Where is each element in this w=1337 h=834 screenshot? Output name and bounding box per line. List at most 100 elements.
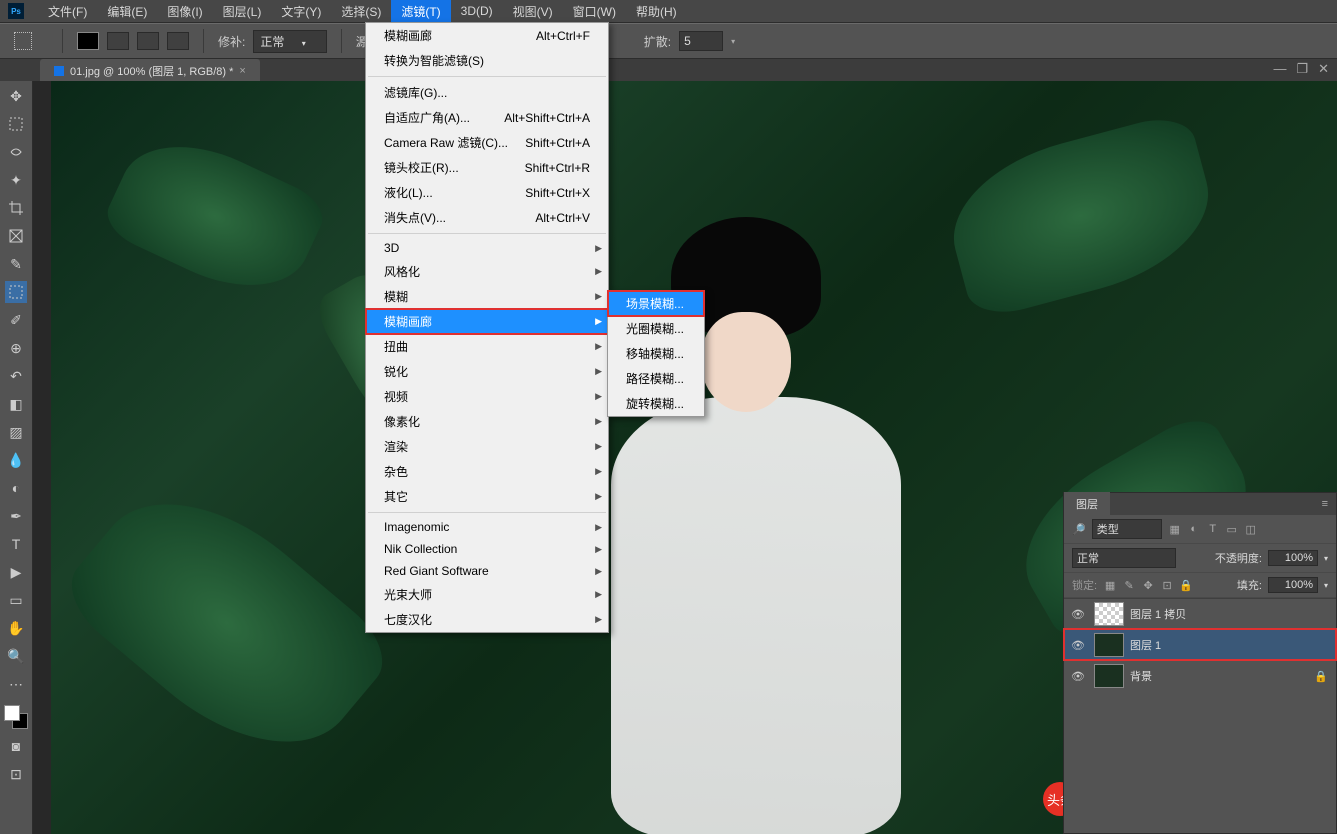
mode-icon-3[interactable] bbox=[137, 32, 159, 50]
filter-smart-icon[interactable]: ◫ bbox=[1244, 523, 1258, 536]
kind-filter-select[interactable]: 类型 bbox=[1092, 519, 1162, 539]
menu-image[interactable]: 图像(I) bbox=[157, 0, 212, 23]
filter-adjust-icon[interactable]: ◐ bbox=[1187, 523, 1201, 536]
menu-3d[interactable]: 3D(D) bbox=[451, 1, 503, 21]
frame-tool-icon[interactable] bbox=[5, 225, 27, 247]
panel-menu-icon[interactable]: ≡ bbox=[1314, 498, 1336, 510]
eyedropper-tool-icon[interactable]: ✎ bbox=[5, 253, 27, 275]
fill-field[interactable]: 100% bbox=[1268, 577, 1318, 593]
path-select-tool-icon[interactable]: ▶ bbox=[5, 561, 27, 583]
patch-tool-icon[interactable] bbox=[5, 281, 27, 303]
layer-thumbnail[interactable] bbox=[1094, 664, 1124, 688]
submenu-item-场景模糊[interactable]: 场景模糊... bbox=[608, 291, 704, 316]
edit-toolbar-icon[interactable]: ⋯ bbox=[5, 673, 27, 695]
menu-item-滤镜库G[interactable]: 滤镜库(G)... bbox=[366, 80, 608, 105]
menu-item-液化L[interactable]: 液化(L)...Shift+Ctrl+X bbox=[366, 180, 608, 205]
filter-shape-icon[interactable]: ▭ bbox=[1225, 523, 1239, 536]
lock-nest-icon[interactable]: ⊡ bbox=[1160, 579, 1174, 592]
visibility-icon[interactable]: 👁 bbox=[1068, 608, 1088, 621]
menu-item-视频[interactable]: 视频▶ bbox=[366, 384, 608, 409]
type-tool-icon[interactable]: T bbox=[5, 533, 27, 555]
lock-pos-icon[interactable]: ✥ bbox=[1141, 579, 1155, 592]
menu-item-自适应广角A[interactable]: 自适应广角(A)...Alt+Shift+Ctrl+A bbox=[366, 105, 608, 130]
menu-window[interactable]: 窗口(W) bbox=[563, 0, 626, 23]
zoom-tool-icon[interactable]: 🔍 bbox=[5, 645, 27, 667]
menu-item-像素化[interactable]: 像素化▶ bbox=[366, 409, 608, 434]
eraser-tool-icon[interactable]: ◧ bbox=[5, 393, 27, 415]
submenu-item-移轴模糊[interactable]: 移轴模糊... bbox=[608, 341, 704, 366]
menu-item-镜头校正R[interactable]: 镜头校正(R)...Shift+Ctrl+R bbox=[366, 155, 608, 180]
menu-item-杂色[interactable]: 杂色▶ bbox=[366, 459, 608, 484]
mode-icon-4[interactable] bbox=[167, 32, 189, 50]
menu-item-模糊画廊[interactable]: 模糊画廊▶ bbox=[366, 309, 608, 334]
menu-item-其它[interactable]: 其它▶ bbox=[366, 484, 608, 509]
diffuse-field[interactable]: 5 bbox=[679, 31, 723, 51]
menu-layer[interactable]: 图层(L) bbox=[213, 0, 272, 23]
submenu-item-旋转模糊[interactable]: 旋转模糊... bbox=[608, 391, 704, 416]
filter-pixel-icon[interactable]: ▦ bbox=[1168, 523, 1182, 536]
search-icon[interactable]: 🔎 bbox=[1072, 523, 1086, 536]
lasso-tool-icon[interactable] bbox=[5, 141, 27, 163]
doc-close-button[interactable]: ✕ bbox=[1318, 61, 1329, 77]
layer-name[interactable]: 图层 1 拷贝 bbox=[1130, 606, 1186, 622]
menu-item-模糊画廊[interactable]: 模糊画廊Alt+Ctrl+F bbox=[366, 23, 608, 48]
menu-type[interactable]: 文字(Y) bbox=[271, 0, 331, 23]
crop-tool-icon[interactable] bbox=[5, 197, 27, 219]
quick-mask-icon[interactable]: ◙ bbox=[5, 735, 27, 757]
shape-tool-icon[interactable]: ▭ bbox=[5, 589, 27, 611]
pen-tool-icon[interactable]: ✒ bbox=[5, 505, 27, 527]
menu-edit[interactable]: 编辑(E) bbox=[97, 0, 157, 23]
menu-item-CameraRaw滤镜C[interactable]: Camera Raw 滤镜(C)...Shift+Ctrl+A bbox=[366, 130, 608, 155]
lock-all-icon[interactable]: 🔒 bbox=[1179, 579, 1193, 592]
lock-icons[interactable]: ▦ ✎ ✥ ⊡ 🔒 bbox=[1103, 579, 1193, 592]
doc-maximize-button[interactable]: ❐ bbox=[1296, 61, 1308, 77]
visibility-icon[interactable]: 👁 bbox=[1068, 670, 1088, 683]
layer-row[interactable]: 👁背景🔒 bbox=[1064, 660, 1336, 691]
filter-type-icon[interactable]: T bbox=[1206, 523, 1220, 536]
opacity-field[interactable]: 100% bbox=[1268, 550, 1318, 566]
menu-item-扭曲[interactable]: 扭曲▶ bbox=[366, 334, 608, 359]
menu-filter[interactable]: 滤镜(T) bbox=[391, 0, 450, 23]
layer-name[interactable]: 图层 1 bbox=[1130, 637, 1161, 653]
menu-item-光束大师[interactable]: 光束大师▶ bbox=[366, 582, 608, 607]
mode-select[interactable]: 正常 ▾ bbox=[253, 30, 326, 53]
layers-tab[interactable]: 图层 bbox=[1064, 492, 1110, 516]
menu-view[interactable]: 视图(V) bbox=[503, 0, 563, 23]
menu-item-风格化[interactable]: 风格化▶ bbox=[366, 259, 608, 284]
tab-close-icon[interactable]: × bbox=[239, 65, 245, 77]
submenu-item-路径模糊[interactable]: 路径模糊... bbox=[608, 366, 704, 391]
menu-item-锐化[interactable]: 锐化▶ bbox=[366, 359, 608, 384]
hand-tool-icon[interactable]: ✋ bbox=[5, 617, 27, 639]
layer-name[interactable]: 背景 bbox=[1130, 668, 1152, 684]
lock-trans-icon[interactable]: ▦ bbox=[1103, 579, 1117, 592]
layer-thumbnail[interactable] bbox=[1094, 633, 1124, 657]
layer-thumbnail[interactable] bbox=[1094, 602, 1124, 626]
submenu-item-光圈模糊[interactable]: 光圈模糊... bbox=[608, 316, 704, 341]
blend-mode-select[interactable]: 正常 bbox=[1072, 548, 1176, 568]
gradient-tool-icon[interactable]: ▨ bbox=[5, 421, 27, 443]
dodge-tool-icon[interactable]: ◐ bbox=[5, 477, 27, 499]
screen-mode-icon[interactable]: ⊡ bbox=[5, 763, 27, 785]
filter-icons[interactable]: ▦ ◐ T ▭ ◫ bbox=[1168, 523, 1258, 536]
menu-select[interactable]: 选择(S) bbox=[331, 0, 391, 23]
layer-row[interactable]: 👁 图层 1 bbox=[1064, 629, 1336, 660]
blur-tool-icon[interactable]: 💧 bbox=[5, 449, 27, 471]
move-tool-icon[interactable]: ✥ bbox=[5, 85, 27, 107]
visibility-icon[interactable]: 👁 bbox=[1068, 639, 1088, 652]
menu-item-3D[interactable]: 3D▶ bbox=[366, 237, 608, 259]
menu-help[interactable]: 帮助(H) bbox=[626, 0, 687, 23]
mode-icon-2[interactable] bbox=[107, 32, 129, 50]
menu-item-消失点V[interactable]: 消失点(V)...Alt+Ctrl+V bbox=[366, 205, 608, 230]
brush-tool-icon[interactable]: ✐ bbox=[5, 309, 27, 331]
mode-square-icon[interactable] bbox=[77, 32, 99, 50]
menu-item-NikCollection[interactable]: Nik Collection▶ bbox=[366, 538, 608, 560]
menu-item-模糊[interactable]: 模糊▶ bbox=[366, 284, 608, 309]
quick-select-tool-icon[interactable]: ✦ bbox=[5, 169, 27, 191]
doc-minimize-button[interactable]: — bbox=[1273, 61, 1286, 77]
tool-preset-icon[interactable] bbox=[14, 32, 32, 50]
clone-stamp-tool-icon[interactable]: ⊕ bbox=[5, 337, 27, 359]
menu-item-七度汉化[interactable]: 七度汉化▶ bbox=[366, 607, 608, 632]
lock-paint-icon[interactable]: ✎ bbox=[1122, 579, 1136, 592]
fg-bg-swatch[interactable] bbox=[4, 705, 28, 729]
document-tab[interactable]: 01.jpg @ 100% (图层 1, RGB/8) * × bbox=[40, 59, 260, 83]
